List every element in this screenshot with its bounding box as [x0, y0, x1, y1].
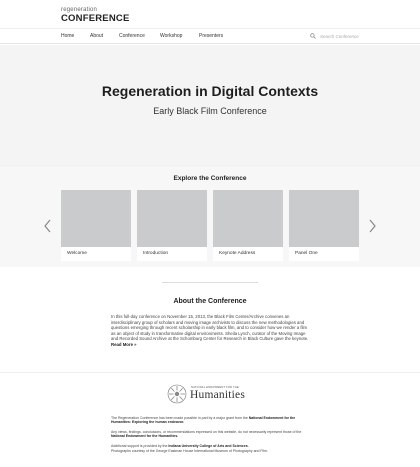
- nav-item-presenters[interactable]: Presenters: [199, 33, 223, 39]
- explore-title: Explore the Conference: [173, 175, 247, 182]
- about-text: In this full-day conference on November …: [111, 314, 309, 342]
- logo-title[interactable]: CONFERENCE: [61, 13, 130, 24]
- footer-support-bold: Indiana University College of Arts and S…: [168, 444, 249, 448]
- about-body: In this full-day conference on November …: [111, 314, 309, 348]
- hero-banner: Regeneration in Digital Contexts Early B…: [0, 45, 420, 167]
- card-keynote-address[interactable]: Keynote Address: [213, 190, 283, 261]
- footer-disclaimer-bold: National Endowment for the Humanities.: [111, 434, 179, 439]
- search-input[interactable]: [320, 32, 366, 41]
- card-image: [213, 190, 283, 247]
- footer-disclaimer: Any views, findings, conclusions, or rec…: [111, 430, 309, 439]
- neh-logo[interactable]: NATIONAL ENDOWMENT FOR THE Humanities: [167, 384, 257, 406]
- card-image: [137, 190, 207, 247]
- footer-separator: [0, 372, 420, 373]
- card-panel-one[interactable]: Panel One: [289, 190, 359, 261]
- footer-credit-grant: The Regeneration Conference has been mad…: [111, 416, 309, 425]
- search-box: [310, 32, 366, 41]
- neh-wordmark: Humanities: [190, 389, 246, 401]
- chevron-right-icon[interactable]: [367, 219, 377, 233]
- search-icon[interactable]: [310, 33, 316, 39]
- about-title: About the Conference: [173, 298, 247, 305]
- footer-support-text: Additional support is provided by the: [111, 444, 168, 448]
- card-introduction[interactable]: Introduction: [137, 190, 207, 261]
- card-image: [61, 190, 131, 247]
- neh-seal-icon: [167, 384, 187, 404]
- card-label: Introduction: [143, 251, 169, 256]
- nav-item-conference[interactable]: Conference: [119, 33, 145, 39]
- hero-title: Regeneration in Digital Contexts: [101, 83, 319, 99]
- card-image: [289, 190, 359, 247]
- hero-subtitle: Early Black Film Conference: [153, 106, 267, 116]
- card-label: Welcome: [67, 251, 87, 256]
- explore-section: Explore the Conference Welcome Introduct…: [0, 167, 420, 267]
- read-more-link[interactable]: Read More »: [111, 342, 137, 347]
- nav-item-home[interactable]: Home: [61, 33, 74, 39]
- site-header: regeneration CONFERENCE: [0, 0, 420, 28]
- nav-item-workshop[interactable]: Workshop: [160, 33, 182, 39]
- chevron-left-icon[interactable]: [43, 219, 53, 233]
- card-label: Keynote Address: [219, 251, 256, 256]
- card-label: Panel One: [295, 251, 318, 256]
- section-divider: [162, 282, 258, 283]
- footer-photo-credit: Photographs courtesy of the George Eastm…: [111, 448, 269, 453]
- main-nav: Home About Conference Workshop Presenter…: [0, 28, 420, 44]
- card-welcome[interactable]: Welcome: [61, 190, 131, 261]
- nav-item-about[interactable]: About: [90, 33, 103, 39]
